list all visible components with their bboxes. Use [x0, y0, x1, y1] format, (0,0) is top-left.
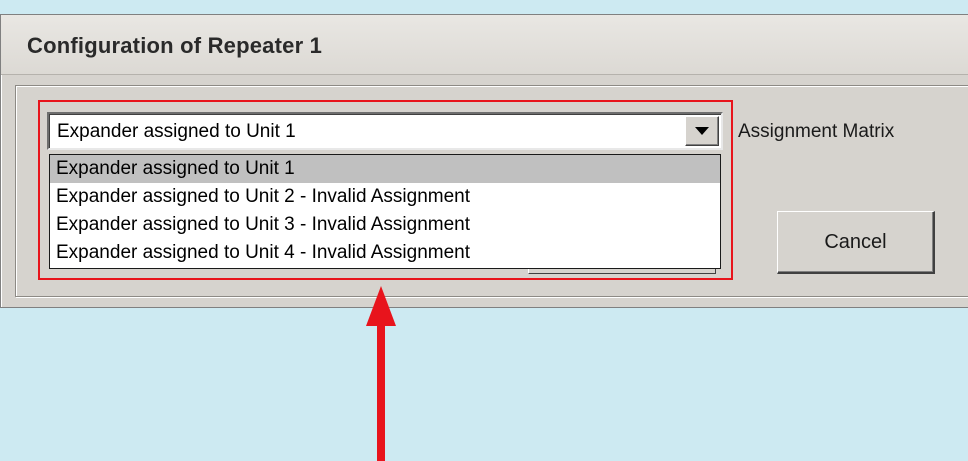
- window-title: Configuration of Repeater 1: [27, 33, 323, 58]
- dropdown-option-unit-2[interactable]: Expander assigned to Unit 2 - Invalid As…: [50, 183, 720, 211]
- combo-selected-value: Expander assigned to Unit 1: [57, 121, 296, 142]
- triangle-down-icon: [695, 126, 709, 135]
- dropdown-option-unit-4[interactable]: Expander assigned to Unit 4 - Invalid As…: [50, 239, 720, 267]
- assignment-matrix-label: Assignment Matrix: [738, 121, 895, 142]
- dropdown-option-unit-1[interactable]: Expander assigned to Unit 1: [50, 155, 720, 183]
- unit-assignment-combo[interactable]: Expander assigned to Unit 1: [47, 112, 723, 150]
- combo-dropdown-button[interactable]: [685, 116, 719, 146]
- title-bar[interactable]: Configuration of Repeater 1: [1, 15, 968, 75]
- screen: Configuration of Repeater 1 Cancel Expan…: [0, 0, 968, 461]
- combo-dropdown-list: Expander assigned to Unit 1 Expander ass…: [49, 154, 721, 269]
- dropdown-option-unit-3[interactable]: Expander assigned to Unit 3 - Invalid As…: [50, 211, 720, 239]
- cancel-button[interactable]: Cancel: [777, 211, 935, 274]
- arrow-up-icon: [366, 286, 396, 461]
